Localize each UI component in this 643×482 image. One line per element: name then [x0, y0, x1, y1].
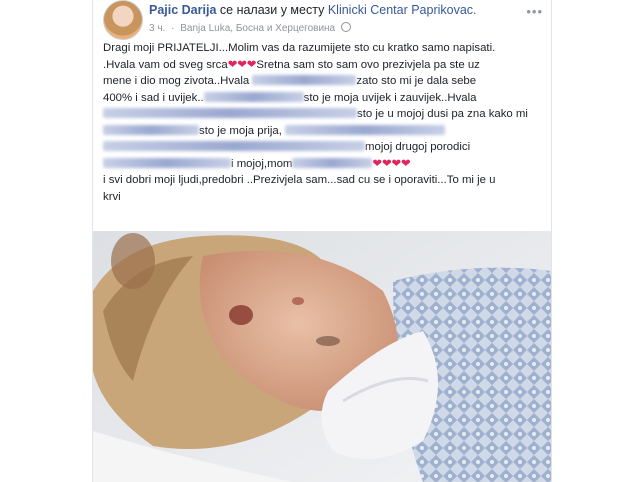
post-place[interactable]: Banja Luka, Босна и Херцеговина [180, 23, 335, 34]
avatar[interactable] [103, 0, 143, 40]
hearts-emoji: ❤❤❤❤ [372, 157, 411, 170]
text-line: mojoj drugoj porodici [103, 139, 545, 156]
post-time[interactable]: 3 ч. [149, 23, 165, 34]
text-line: 400% i sad i uvijek.. sto je moja uvijek … [103, 91, 477, 104]
text-line: sto je u mojoj dusi pa zna kako mi [103, 106, 545, 123]
blurred-name [103, 157, 231, 168]
blurred-name [285, 124, 446, 135]
author-name[interactable]: Pajic Darija [149, 3, 216, 17]
blurred-name [292, 157, 373, 168]
text-line: i svi dobri moji ljudi,predobri ..Preziv… [103, 174, 496, 186]
location-prefix: се налази у месту [219, 3, 325, 17]
author-line: Pajic Darija се налази у месту Klinicki … [149, 3, 477, 17]
more-options-icon[interactable]: ••• [526, 4, 543, 19]
blurred-name [103, 108, 357, 118]
text-line: .Hvala vam od sveg srca❤❤❤Sretna sam sto… [103, 58, 480, 71]
text-line: sto je moja prija, [103, 123, 545, 140]
post-card: Pajic Darija се налази у месту Klinicki … [92, 0, 552, 482]
blurred-name [103, 124, 199, 135]
hearts-emoji: ❤❤❤ [227, 58, 257, 71]
text-line: mene i dio mog zivota..Hvala zato sto mi… [103, 75, 477, 87]
post-photo[interactable] [93, 231, 551, 482]
blurred-name [203, 91, 304, 102]
photo-illustration [93, 231, 551, 482]
location-link[interactable]: Klinicki Centar Paprikovac. [328, 3, 477, 17]
text-line: Dragi moji PRIJATELJI...Molim vas da raz… [103, 42, 496, 54]
text-line: krvi [103, 190, 121, 203]
post-meta: 3 ч. · Banja Luka, Босна и Херцеговина [149, 22, 354, 34]
blurred-name [252, 75, 357, 85]
post-header: Pajic Darija се налази у месту Klinicki … [103, 0, 543, 40]
post-text: Dragi moji PRIJATELJI...Molim vas da raz… [103, 40, 545, 205]
blurred-name [103, 141, 365, 151]
text-line: i mojoj,mom ❤❤❤❤ [103, 156, 545, 173]
globe-icon [340, 22, 351, 32]
